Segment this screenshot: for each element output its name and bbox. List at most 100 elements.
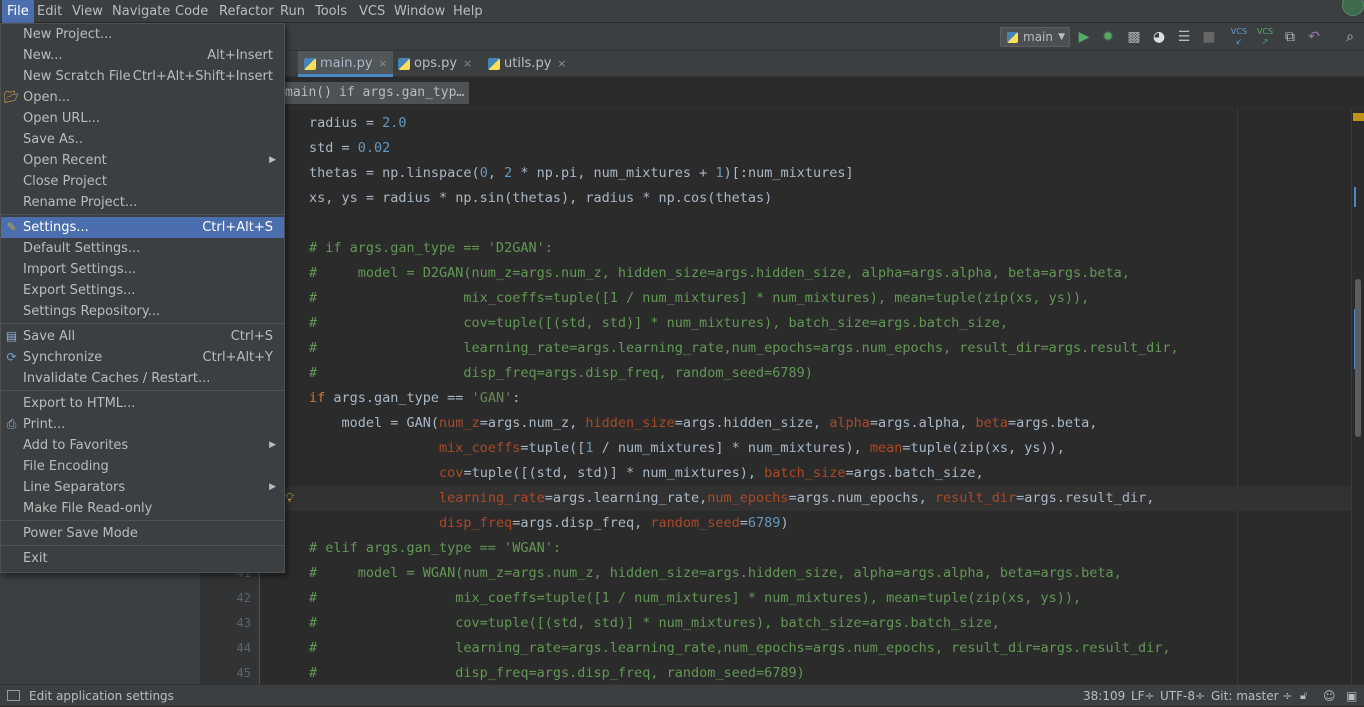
- menu-item-close-project[interactable]: Close Project: [1, 171, 284, 192]
- menu-run[interactable]: Run: [275, 0, 310, 23]
- menu-item-open-url[interactable]: Open URL...: [1, 108, 284, 129]
- menu-file[interactable]: File: [2, 0, 34, 23]
- menu-item-open-recent[interactable]: Open Recent ▶: [1, 150, 284, 171]
- code-line: if args.gan_type == 'GAN':: [261, 386, 1351, 411]
- menu-item-power-save-mode[interactable]: Power Save Mode: [1, 523, 284, 544]
- menu-navigate[interactable]: Navigate: [107, 0, 175, 23]
- menu-separator: [1, 520, 284, 521]
- warning-marker: [1353, 113, 1364, 121]
- menu-vcs[interactable]: VCS: [354, 0, 390, 23]
- lightbulb-icon[interactable]: 💡︎: [285, 486, 294, 511]
- code-token: 2: [504, 165, 513, 181]
- code-text: # disp_freq=args.disp_freq, random_seed=…: [309, 661, 805, 684]
- code-token: model = GAN(: [309, 415, 440, 431]
- caret-position[interactable]: 38:109: [1083, 685, 1125, 707]
- concurrency-icon[interactable]: ☰: [1174, 27, 1194, 47]
- menu-item-save-all[interactable]: ▤ Save All Ctrl+S: [1, 326, 284, 347]
- code-line: radius = 2.0: [261, 111, 1351, 136]
- menu-item-settings-repository[interactable]: Settings Repository...: [1, 301, 284, 322]
- save-icon: ▤: [5, 329, 18, 343]
- menu-item-add-to-favorites[interactable]: Add to Favorites ▶: [1, 435, 284, 456]
- tab-utils-py[interactable]: utils.py ×: [482, 51, 571, 77]
- encoding-selector[interactable]: UTF-8÷: [1160, 685, 1205, 707]
- menu-edit[interactable]: Edit: [32, 0, 67, 23]
- code-line: # if args.gan_type == 'D2GAN':: [261, 236, 1351, 261]
- line-separator-selector[interactable]: LF÷: [1131, 685, 1155, 707]
- breadcrumb-item-if[interactable]: if args.gan_typ…: [334, 82, 470, 104]
- menu-item-settings[interactable]: ✎ Settings... Ctrl+Alt+S: [1, 217, 284, 238]
- menu-item-exit[interactable]: Exit: [1, 548, 284, 569]
- code-token: =args.alpha,: [869, 415, 976, 431]
- menu-item-new-scratch-file[interactable]: New Scratch File Ctrl+Alt+Shift+Insert: [1, 66, 284, 87]
- menu-item-default-settings[interactable]: Default Settings...: [1, 238, 284, 259]
- menu-separator: [1, 323, 284, 324]
- editor-scrollbar[interactable]: [1351, 109, 1364, 684]
- code-token: args.gan_type ==: [325, 390, 472, 406]
- menu-item-new-project[interactable]: New Project...: [1, 24, 284, 45]
- menu-item-shortcut: Ctrl+Alt+S: [202, 220, 273, 235]
- menu-item-label: Close Project: [23, 174, 108, 189]
- menu-bar: File Edit View Navigate Code Refactor Run Tools…: [0, 0, 1364, 23]
- code-text: # model = D2GAN(num_z=args.num_z, hidden…: [309, 261, 1130, 286]
- tab-ops-py[interactable]: ops.py ×: [392, 51, 477, 77]
- vcs-commit-icon[interactable]: VCS ↗: [1255, 27, 1275, 47]
- menu-code[interactable]: Code: [170, 0, 213, 23]
- code-token: =args.result_dir,: [1016, 490, 1155, 506]
- code-line: xs, ys = radius * np.sin(thetas), radius…: [261, 186, 1351, 211]
- menu-item-open[interactable]: 📂︎ Open...: [1, 87, 284, 108]
- coverage-icon[interactable]: ▩: [1124, 27, 1144, 47]
- code-token: if: [309, 390, 326, 406]
- close-icon[interactable]: ×: [378, 51, 387, 77]
- tool-windows-icon[interactable]: [7, 690, 20, 701]
- code-token: result_dir: [934, 490, 1017, 506]
- code-line: # model = D2GAN(num_z=args.num_z, hidden…: [261, 261, 1351, 286]
- lock-icon[interactable]: 🔓︎: [1300, 685, 1307, 707]
- menu-tools[interactable]: Tools: [310, 0, 352, 23]
- menu-item-save-as[interactable]: Save As..: [1, 129, 284, 150]
- menu-window[interactable]: Window: [389, 0, 450, 23]
- run-icon[interactable]: ▶: [1074, 27, 1094, 47]
- menu-item-synchronize[interactable]: ⟳ Synchronize Ctrl+Alt+Y: [1, 347, 284, 368]
- code-line: std = 0.02: [261, 136, 1351, 161]
- git-branch-selector[interactable]: Git: master ÷: [1211, 685, 1292, 707]
- stop-icon[interactable]: ■: [1199, 27, 1219, 47]
- inspector-icon[interactable]: ☺: [1323, 685, 1336, 707]
- menu-item-export-settings[interactable]: Export Settings...: [1, 280, 284, 301]
- code-line: # elif args.gan_type == 'WGAN':: [261, 536, 1351, 561]
- code-token: # mix_coeffs=tuple([1 / num_mixtures] * …: [309, 290, 1090, 306]
- code-token: 0: [479, 165, 488, 181]
- menu-item-new[interactable]: New... Alt+Insert: [1, 45, 284, 66]
- run-configuration-select[interactable]: main ▼: [1000, 27, 1070, 47]
- code-token: num_epochs: [707, 490, 789, 506]
- code-line: disp_freq=args.disp_freq, random_seed=67…: [261, 511, 1351, 536]
- menu-item-export-to-html[interactable]: Export to HTML...: [1, 393, 284, 414]
- code-token: =tuple(zip(xs, ys)),: [902, 440, 1065, 456]
- menu-item-label: Power Save Mode: [23, 526, 138, 541]
- scrollbar-thumb[interactable]: [1355, 279, 1361, 437]
- code-token: # elif args.gan_type == 'WGAN':: [309, 540, 561, 556]
- line-number: 42: [236, 591, 251, 605]
- menu-item-print[interactable]: ⎙ Print...: [1, 414, 284, 435]
- vcs-update-icon[interactable]: VCS ↙: [1229, 27, 1249, 47]
- menu-item-line-separators[interactable]: Line Separators ▶: [1, 477, 284, 498]
- menu-item-make-file-read-only[interactable]: Make File Read-only: [1, 498, 284, 519]
- menu-item-label: Synchronize: [23, 350, 103, 365]
- code-editor[interactable]: radius = 2.0 std = 0.02 thetas = np.linspa…: [261, 109, 1351, 684]
- menu-item-rename-project[interactable]: Rename Project...: [1, 192, 284, 213]
- menu-view[interactable]: View: [67, 0, 108, 23]
- revert-icon[interactable]: ↶: [1304, 27, 1324, 47]
- close-icon[interactable]: ×: [557, 51, 566, 77]
- tab-main-py[interactable]: main.py ×: [298, 51, 393, 77]
- event-log-icon[interactable]: ▣: [1346, 685, 1357, 707]
- menu-help[interactable]: Help: [448, 0, 488, 23]
- menu-item-invalidate-caches-restart[interactable]: Invalidate Caches / Restart...: [1, 368, 284, 389]
- close-icon[interactable]: ×: [463, 51, 472, 77]
- search-icon[interactable]: ⌕: [1340, 27, 1360, 47]
- debug-icon[interactable]: ✹: [1098, 27, 1118, 47]
- menu-item-import-settings[interactable]: Import Settings...: [1, 259, 284, 280]
- profile-icon[interactable]: ◕: [1149, 27, 1169, 47]
- menu-item-file-encoding[interactable]: File Encoding: [1, 456, 284, 477]
- history-icon[interactable]: ⧉: [1280, 27, 1300, 47]
- menu-refactor[interactable]: Refactor: [214, 0, 279, 23]
